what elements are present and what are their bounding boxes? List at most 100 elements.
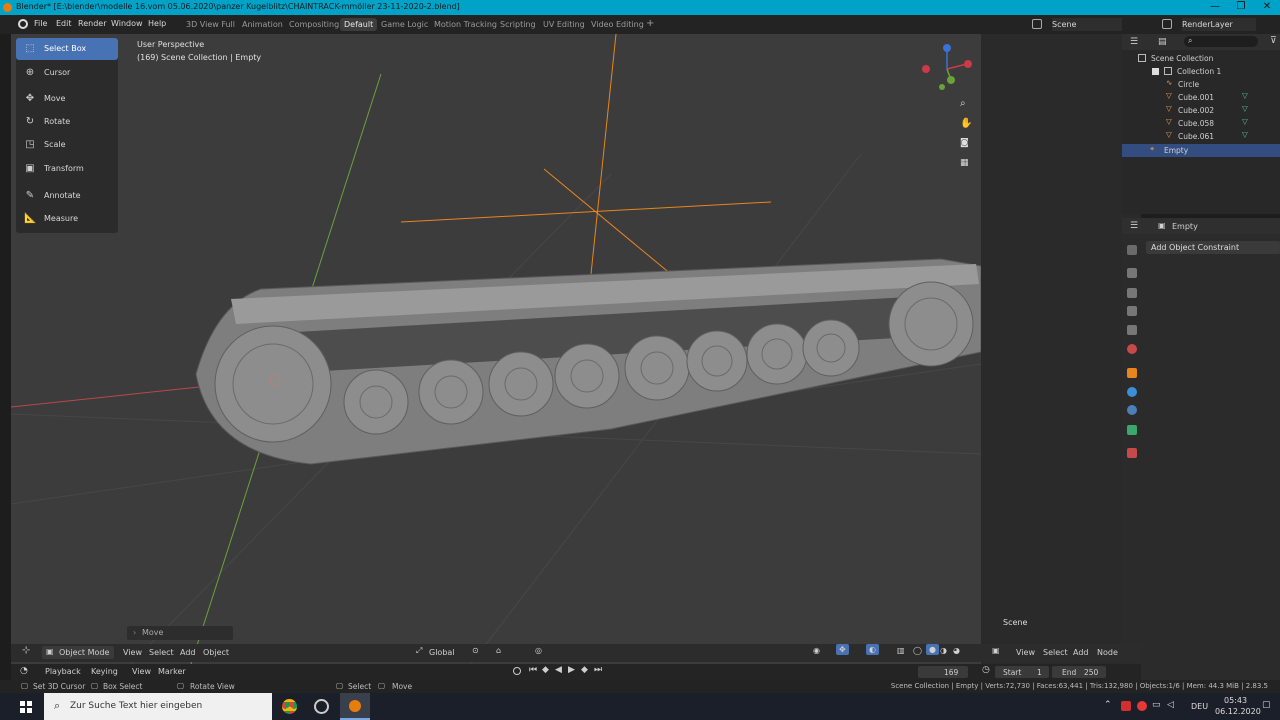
minimize-button[interactable]: — bbox=[1202, 0, 1228, 15]
tool-select-box[interactable]: ⬚ Select Box bbox=[16, 38, 118, 60]
tray-time[interactable]: 05:43 bbox=[1224, 696, 1247, 705]
editor-type-icon[interactable]: ⊹ bbox=[22, 645, 30, 656]
add-workspace-button[interactable]: + bbox=[642, 16, 658, 31]
tray-date[interactable]: 06.12.2020 bbox=[1215, 707, 1261, 716]
menu-window[interactable]: Window bbox=[111, 19, 143, 28]
show-gizmo-icon[interactable]: ✥ bbox=[836, 644, 849, 655]
outliner-row-empty[interactable]: ⌖ Empty bbox=[1122, 144, 1280, 157]
proportional-edit-icon[interactable]: ◎ bbox=[535, 646, 542, 655]
menu-file[interactable]: File bbox=[34, 19, 47, 28]
prev-keyframe-icon[interactable]: ◆ bbox=[542, 665, 549, 675]
obs-app-icon[interactable] bbox=[314, 699, 329, 714]
tray-app-icon-2[interactable] bbox=[1137, 701, 1147, 711]
output-properties-icon[interactable] bbox=[1127, 288, 1137, 298]
tool-cursor[interactable]: ⊕ Cursor bbox=[16, 62, 118, 84]
maximize-button[interactable]: ❐ bbox=[1228, 0, 1254, 15]
view-layer-properties-icon[interactable] bbox=[1127, 306, 1137, 316]
taskbar-search-box[interactable]: ⌕ Zur Suche Text hier eingeben bbox=[44, 693, 272, 720]
windows-start-icon[interactable] bbox=[20, 701, 32, 713]
node-menu-select[interactable]: Select bbox=[1043, 648, 1068, 657]
outliner-search-input[interactable] bbox=[1184, 36, 1258, 47]
tab-scripting[interactable]: Scripting bbox=[496, 18, 540, 31]
constraint-properties-icon[interactable] bbox=[1127, 405, 1137, 415]
jump-end-icon[interactable]: ⏭ bbox=[594, 665, 602, 675]
scene-selector[interactable]: Scene bbox=[1052, 18, 1122, 31]
tab-game-logic[interactable]: Game Logic bbox=[377, 18, 432, 31]
snap-icon[interactable]: ⌂ bbox=[496, 646, 501, 655]
blender-menu-icon[interactable] bbox=[18, 19, 28, 29]
tool-properties-icon[interactable] bbox=[1127, 245, 1137, 255]
scene-properties-icon[interactable] bbox=[1127, 325, 1137, 335]
outliner-row-circle[interactable]: ∿ Circle bbox=[1122, 78, 1280, 91]
tool-rotate[interactable]: ↻ Rotate bbox=[16, 111, 118, 133]
outliner-row-cube-002[interactable]: ▽ Cube.002 ▽ bbox=[1122, 104, 1280, 117]
tab-video-editing[interactable]: Video Editing bbox=[587, 18, 648, 31]
pan-hand-icon[interactable]: ✋ bbox=[960, 118, 972, 130]
material-shading-icon[interactable]: ◑ bbox=[940, 646, 947, 655]
outliner-row-collection-1[interactable]: Collection 1 bbox=[1122, 65, 1280, 78]
play-reverse-icon[interactable]: ◀ bbox=[555, 665, 562, 675]
render-layer-selector[interactable]: RenderLayer bbox=[1182, 18, 1256, 31]
object-data-properties-icon[interactable] bbox=[1127, 425, 1137, 435]
play-icon[interactable]: ▶ bbox=[568, 665, 575, 675]
world-properties-icon[interactable] bbox=[1127, 344, 1137, 354]
object-properties-icon[interactable] bbox=[1127, 368, 1137, 378]
render-properties-icon[interactable] bbox=[1127, 268, 1137, 278]
transform-orientation-dropdown[interactable]: Global bbox=[429, 648, 455, 657]
notification-icon[interactable]: ▢ bbox=[1262, 700, 1271, 710]
outliner-row-cube-061[interactable]: ▽ Cube.061 ▽ bbox=[1122, 130, 1280, 143]
close-button[interactable]: ✕ bbox=[1254, 0, 1280, 15]
current-frame-field[interactable]: 169 bbox=[918, 666, 968, 678]
tray-volume-icon[interactable]: ◁ bbox=[1167, 700, 1174, 710]
menu-edit[interactable]: Edit bbox=[56, 19, 72, 28]
tab-animation[interactable]: Animation bbox=[238, 18, 287, 31]
solid-shading-icon[interactable]: ● bbox=[926, 644, 939, 655]
tool-move[interactable]: ✥ Move bbox=[16, 88, 118, 110]
editor-type-icon[interactable]: ☰ bbox=[1130, 221, 1138, 231]
camera-view-icon[interactable]: ◙ bbox=[960, 138, 972, 150]
ortho-grid-icon[interactable]: ▦ bbox=[960, 158, 972, 170]
outliner-row-cube-058[interactable]: ▽ Cube.058 ▽ bbox=[1122, 117, 1280, 130]
overlays-icon[interactable]: ◐ bbox=[866, 644, 879, 655]
tool-measure[interactable]: 📐 Measure bbox=[16, 208, 118, 230]
editor-type-icon[interactable]: ☰ bbox=[1130, 37, 1138, 47]
texture-properties-icon[interactable] bbox=[1127, 448, 1137, 458]
outliner-row-cube-001[interactable]: ▽ Cube.001 ▽ bbox=[1122, 91, 1280, 104]
timeline-menu-playback[interactable]: Playback bbox=[45, 667, 81, 676]
add-object-constraint-button[interactable]: Add Object Constraint bbox=[1146, 241, 1280, 254]
tray-up-arrow-icon[interactable]: ⌃ bbox=[1104, 700, 1112, 710]
tab-motion-tracking[interactable]: Motion Tracking bbox=[430, 18, 501, 31]
chrome-app-icon[interactable] bbox=[282, 699, 297, 714]
tab-compositing[interactable]: Compositing bbox=[285, 18, 343, 31]
tab-3d-view-full[interactable]: 3D View Full bbox=[182, 18, 239, 31]
gizmo-visibility-icon[interactable]: ◉ bbox=[813, 646, 820, 655]
filter-icon[interactable]: ⊽ bbox=[1270, 36, 1277, 46]
node-menu-node[interactable]: Node bbox=[1097, 648, 1118, 657]
wireframe-shading-icon[interactable]: ◯ bbox=[913, 646, 922, 655]
viewport-menu-select[interactable]: Select bbox=[149, 648, 174, 657]
node-menu-add[interactable]: Add bbox=[1073, 648, 1089, 657]
3d-viewport[interactable]: User Perspective (169) Scene Collection … bbox=[11, 34, 981, 664]
node-menu-view[interactable]: View bbox=[1016, 648, 1035, 657]
zoom-icon[interactable]: ⌕ bbox=[960, 98, 972, 110]
viewport-menu-add[interactable]: Add bbox=[180, 648, 196, 657]
tab-uv-editing[interactable]: UV Editing bbox=[539, 18, 589, 31]
tab-default[interactable]: Default bbox=[340, 18, 378, 31]
timeline-editor-icon[interactable]: ◔ bbox=[20, 666, 28, 676]
viewport-menu-view[interactable]: View bbox=[123, 648, 142, 657]
node-editor-area[interactable]: Scene bbox=[981, 34, 1141, 664]
timeline-menu-marker[interactable]: Marker bbox=[158, 667, 186, 676]
viewport-menu-object[interactable]: Object bbox=[203, 648, 229, 657]
tray-network-icon[interactable]: ▭ bbox=[1152, 700, 1161, 710]
outliner-root-row[interactable]: Scene Collection bbox=[1122, 52, 1280, 65]
node-editor-type-icon[interactable]: ▣ bbox=[992, 646, 1000, 655]
physics-properties-icon[interactable] bbox=[1127, 387, 1137, 397]
tray-app-icon-1[interactable] bbox=[1121, 701, 1131, 711]
tool-transform[interactable]: ▣ Transform bbox=[16, 158, 118, 180]
tool-scale[interactable]: ◳ Scale bbox=[16, 134, 118, 156]
tray-language[interactable]: DEU bbox=[1191, 702, 1208, 711]
timeline-menu-keying[interactable]: Keying bbox=[91, 667, 118, 676]
next-keyframe-icon[interactable]: ◆ bbox=[581, 665, 588, 675]
jump-start-icon[interactable]: ⏮ bbox=[529, 665, 537, 675]
rendered-shading-icon[interactable]: ◕ bbox=[953, 646, 960, 655]
